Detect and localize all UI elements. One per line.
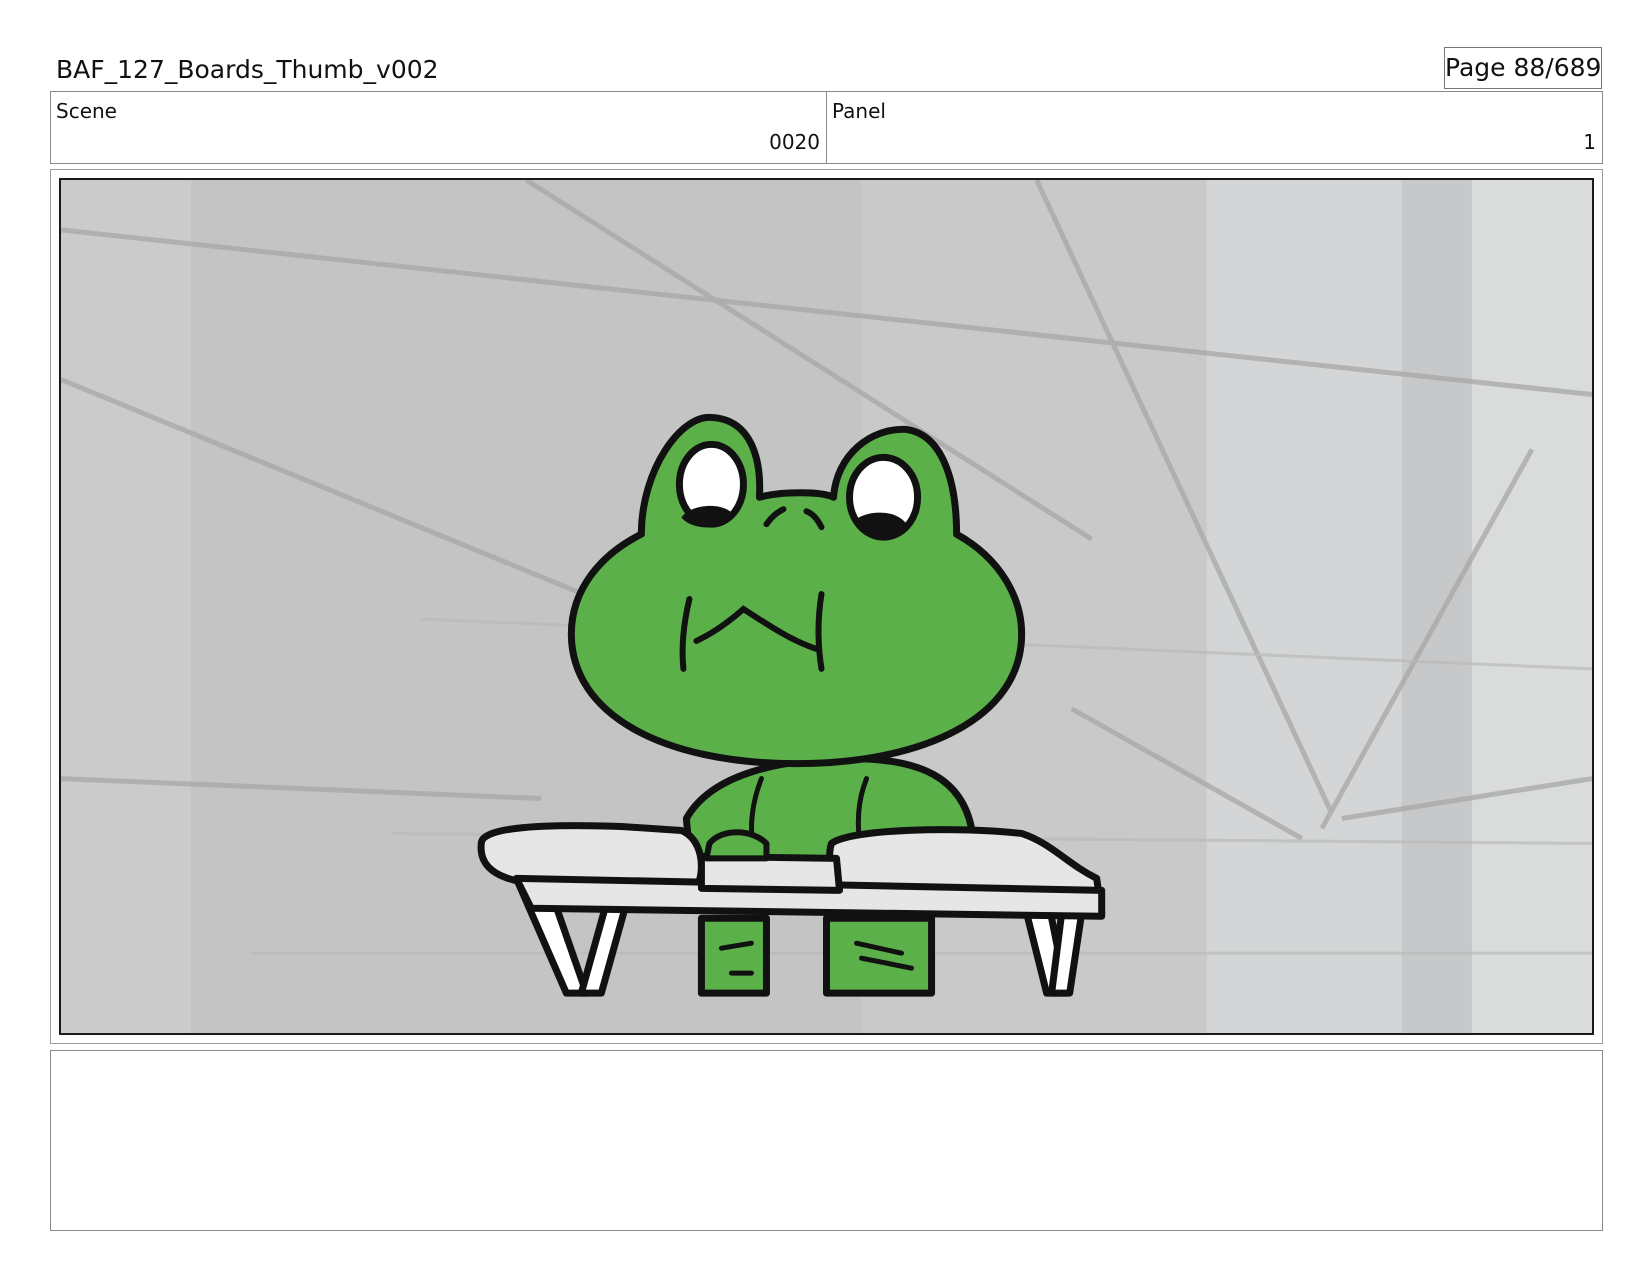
page-label: Page — [1445, 53, 1506, 82]
bg-panel-left — [61, 180, 192, 1033]
document-title: BAF_127_Boards_Thumb_v002 — [56, 55, 439, 84]
bg-window-right — [1471, 180, 1592, 1033]
notes-area — [50, 1050, 1603, 1231]
storyboard-frame — [50, 169, 1603, 1044]
scene-cell: Scene 0020 — [51, 92, 826, 163]
scene-label: Scene — [56, 99, 117, 123]
page-indicator: Page 88/689 — [1444, 47, 1602, 89]
panel-label: Panel — [832, 99, 886, 123]
frog-drawing — [61, 180, 1592, 1033]
scene-value: 0020 — [769, 130, 820, 154]
scene-panel-row: Scene 0020 Panel 1 — [50, 91, 1603, 164]
page-number: 88/689 — [1513, 53, 1602, 82]
panel-cell: Panel 1 — [826, 92, 1602, 163]
panel-value: 1 — [1583, 130, 1596, 154]
frog-hands — [703, 829, 770, 862]
bg-pillar — [1401, 180, 1472, 1033]
storyboard-image — [59, 178, 1594, 1035]
